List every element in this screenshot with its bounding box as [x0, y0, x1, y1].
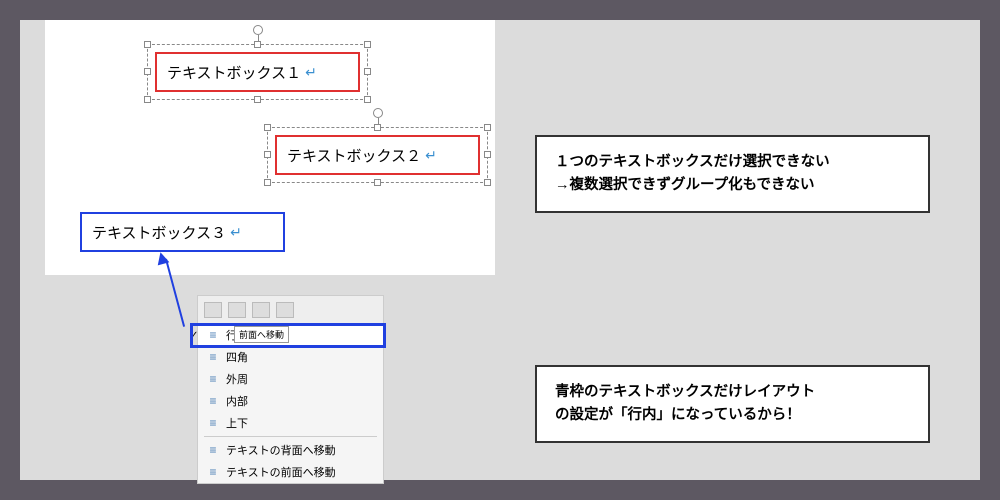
wrap-square-icon — [206, 351, 220, 363]
note-line: 青枠のテキストボックスだけレイアウト — [555, 381, 910, 404]
wrap-front-icon — [206, 466, 220, 478]
menu-item-through[interactable]: 内部 — [198, 390, 383, 412]
explanation-note-2: 青枠のテキストボックスだけレイアウト の設定が「行内」になっているから！ — [535, 365, 930, 443]
document-area: テキストボックス１ ↵ テキストボックス２ ↵ テキストボックス３ ↵ — [45, 20, 495, 275]
menu-divider — [204, 436, 377, 437]
paragraph-mark-icon: ↵ — [230, 224, 242, 241]
menu-item-front-text[interactable]: テキストの前面へ移動 — [198, 461, 383, 483]
paragraph-mark-icon: ↵ — [425, 147, 437, 164]
note-line: の設定が「行内」になっているから！ — [555, 404, 910, 427]
paragraph-mark-icon: ↵ — [305, 64, 317, 81]
explanation-note-1: １つのテキストボックスだけ選択できない →複数選択できずグループ化もできない — [535, 135, 930, 213]
ribbon-button-icon[interactable] — [204, 302, 222, 318]
tooltip: 前面へ移動 — [234, 326, 289, 343]
textbox-3-text: テキストボックス３ — [92, 222, 226, 243]
ribbon-button-icon[interactable] — [228, 302, 246, 318]
menu-item-label: 外周 — [226, 371, 248, 387]
ribbon-button-icon[interactable] — [276, 302, 294, 318]
menu-item-label: 上下 — [226, 415, 248, 431]
rotate-handle-icon[interactable] — [253, 25, 263, 35]
checkmark-icon: ✓ — [190, 330, 198, 341]
menu-item-behind-text[interactable]: テキストの背面へ移動 — [198, 439, 383, 461]
rotate-handle-icon[interactable] — [373, 108, 383, 118]
menu-item-square[interactable]: 四角 — [198, 346, 383, 368]
menu-item-label: 四角 — [226, 349, 248, 365]
textbox-2[interactable]: テキストボックス２ ↵ — [275, 135, 480, 175]
ribbon-button-icon[interactable] — [252, 302, 270, 318]
canvas-background: テキストボックス１ ↵ テキストボックス２ ↵ テキストボックス３ ↵ — [20, 20, 980, 480]
ribbon-strip — [198, 296, 383, 324]
textbox-1[interactable]: テキストボックス１ ↵ — [155, 52, 360, 92]
wrap-behind-icon — [206, 444, 220, 456]
menu-item-tight[interactable]: 外周 — [198, 368, 383, 390]
textbox-1-text: テキストボックス１ — [167, 62, 301, 83]
menu-item-label: 内部 — [226, 393, 248, 409]
wrap-top-bottom-icon — [206, 417, 220, 429]
textbox-3[interactable]: テキストボックス３ ↵ — [80, 212, 285, 252]
menu-item-top-bottom[interactable]: 上下 — [198, 412, 383, 434]
wrap-inline-icon — [206, 329, 220, 341]
note-line: →複数選択できずグループ化もできない — [555, 174, 910, 197]
menu-item-inline[interactable]: ✓ 行内 前面へ移動 — [198, 324, 383, 346]
menu-item-label: テキストの背面へ移動 — [226, 442, 336, 458]
text-wrapping-menu: ✓ 行内 前面へ移動 四角 外周 内部 上下 テキストの背面へ移動 テキスト — [197, 295, 384, 484]
wrap-through-icon — [206, 395, 220, 407]
wrap-tight-icon — [206, 373, 220, 385]
note-line: １つのテキストボックスだけ選択できない — [555, 151, 910, 174]
textbox-2-text: テキストボックス２ — [287, 145, 421, 166]
menu-item-label: テキストの前面へ移動 — [226, 464, 336, 480]
